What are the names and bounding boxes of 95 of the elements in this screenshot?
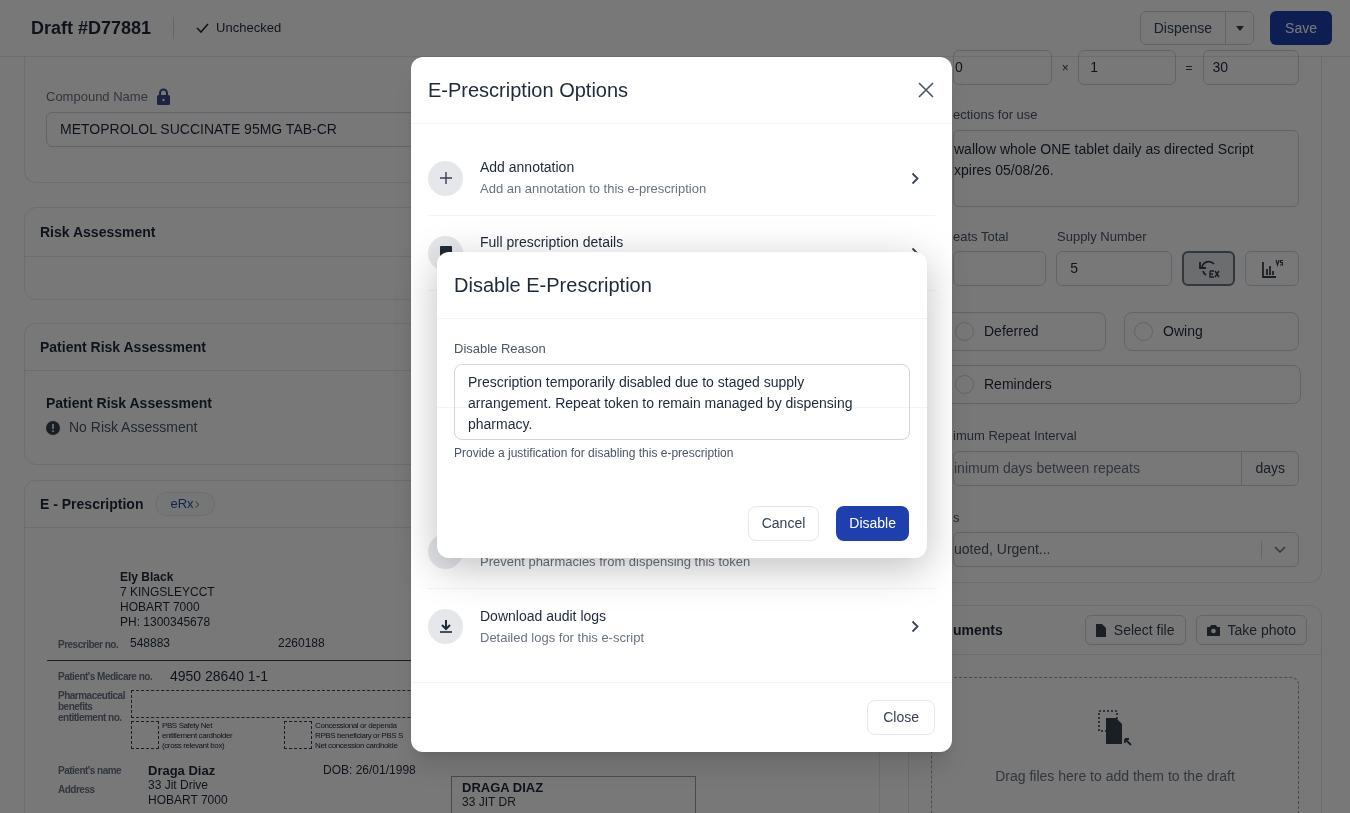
card-title: Patient Risk Assessment: [40, 337, 206, 357]
option-row[interactable]: Download audit logs Detailed logs for this e-script: [428, 589, 935, 664]
camera-icon: [1206, 624, 1220, 636]
modal-title: E-Prescription Options: [428, 78, 629, 103]
option-row[interactable]: Add annotation Add an annotation to this e-prescription: [428, 141, 935, 216]
undo-icon: [1197, 258, 1220, 279]
field-label: imum Repeat Interval: [953, 427, 1078, 445]
supply-number-field[interactable]: 5: [1056, 251, 1172, 286]
option-title: Full prescription details: [480, 234, 625, 251]
chevron-right-icon: [911, 171, 919, 185]
field-label: Supply Number: [1057, 227, 1147, 246]
disable-reason-field[interactable]: Prescription temporarily disabled due to staged supply arrangement. Repeat token to remain managed by dispensing pharmacy.: [454, 363, 910, 440]
disable-button[interactable]: Disable: [836, 506, 909, 541]
caret-down-icon: [1235, 25, 1244, 31]
dialog-title: Disable E-Prescription: [454, 273, 652, 298]
alert-icon: [46, 420, 60, 435]
checkbox-label: entitlement cardholder: [162, 731, 233, 741]
medicare-label: Patient's Medicare no.: [58, 670, 154, 684]
quantity-field[interactable]: 30: [1202, 50, 1299, 85]
date-of-birth: DOB: 26/01/1998: [323, 763, 417, 778]
prescriber-number-label: Prescriber no.: [58, 638, 120, 652]
entitlement-label: Pharmaceutical: [58, 690, 125, 701]
input-suffix: days: [1241, 451, 1298, 485]
option-label: Deferred: [984, 322, 1039, 341]
close-button[interactable]: Close: [867, 700, 935, 735]
directions-field[interactable]: wallow whole ONE tablet daily as directed Script xpires 05/08/26.: [953, 129, 1299, 207]
patient-address-line: HOBART 7000: [148, 793, 228, 808]
dropzone-text: Drag files here to add them to the draft: [995, 767, 1235, 786]
min-interval-field[interactable]: inimum days between repeats days: [953, 450, 1299, 486]
prescriber-address-line: HOBART 7000: [120, 600, 200, 615]
placeholder-text: inimum days between repeats: [954, 458, 1141, 478]
medicare-number: 4950 28640 1-1: [170, 667, 269, 686]
prescriber-address-line: PH: 1300345678: [120, 615, 211, 630]
option-description: Detailed logs for this e-script: [480, 629, 645, 646]
option-label: Reminders: [984, 375, 1052, 394]
times-sign: ×: [1060, 59, 1070, 77]
patient-name-label: Patient's name: [58, 764, 123, 778]
chevron-right-icon: [911, 620, 919, 633]
prescriber-name: Ely Black: [120, 570, 174, 585]
quantity-field[interactable]: 1: [1078, 50, 1176, 85]
save-button[interactable]: Save: [1270, 11, 1332, 45]
checkbox[interactable]: [284, 721, 312, 749]
field-label: s: [953, 508, 961, 527]
option-label: Owing: [1163, 322, 1203, 341]
radio-button[interactable]: [955, 375, 974, 394]
repeats-field[interactable]: [953, 251, 1047, 286]
entitlement-label: benefits: [58, 701, 93, 712]
prescriber-id: 2260188: [278, 635, 325, 652]
address-label: Address: [58, 783, 96, 797]
file-icon: [1095, 623, 1106, 637]
chevron-down-icon: [1274, 546, 1286, 553]
quantity-field[interactable]: 0: [953, 50, 1053, 85]
tags-select[interactable]: uoted, Urgent...: [953, 532, 1299, 567]
risk-note: No Risk Assessment: [69, 418, 198, 437]
draft-title: Draft #D77881: [31, 16, 152, 40]
tool-button[interactable]: [1181, 251, 1236, 286]
option-title: Add annotation: [480, 159, 576, 176]
card-title: Risk Assessment: [40, 222, 156, 242]
close-icon[interactable]: [917, 81, 935, 99]
check-icon: [196, 23, 210, 33]
checkbox-label: Net concession cardholde: [315, 741, 398, 751]
prescriber-address-line: 7 KINGSLEYCCT: [120, 585, 215, 600]
checkbox-label: PBS Safety Net: [162, 721, 212, 731]
equals-sign: =: [1184, 59, 1194, 77]
radio-button[interactable]: [955, 322, 974, 341]
field-label: ections for use: [953, 106, 1039, 124]
card-title: E - Prescription: [40, 494, 144, 514]
add-option-icon: [428, 160, 463, 196]
checkbox-label: (cross relevant box): [162, 741, 225, 751]
field-label: eats Total: [953, 227, 1010, 246]
upload-button[interactable]: Take photo: [1195, 615, 1307, 645]
option-toggle[interactable]: Owing: [1124, 312, 1299, 351]
option-title: Download audit logs: [480, 607, 608, 625]
label-name: DRAGA DIAZ: [462, 780, 545, 795]
entitlement-label: entitlement no.: [58, 712, 122, 723]
label-address-line: 33 JIT DR: [462, 795, 516, 810]
erx-badge[interactable]: eRx: [155, 492, 215, 516]
status-text: Unchecked: [216, 19, 282, 38]
option-description: Add an annotation to this e-prescription: [480, 181, 708, 197]
cancel-button[interactable]: Cancel: [747, 506, 820, 541]
help-text: Provide a justification for disabling this e-prescription: [454, 444, 735, 462]
card-title: uments: [953, 620, 1003, 640]
file-drop-icon: [1098, 710, 1132, 746]
field-label: Compound Name: [46, 88, 148, 106]
patient-name: Draga Diaz: [148, 763, 217, 778]
chart-icon: [1261, 258, 1284, 279]
checkbox-label: RPBS beneficiary or PBS S: [315, 731, 403, 741]
checkbox-label: Concessional or dependa: [315, 721, 397, 731]
field-label: Disable Reason: [454, 340, 547, 358]
prescriber-number: 548883: [130, 635, 172, 652]
download-option-icon: [428, 609, 463, 644]
upload-button[interactable]: Select file: [1084, 615, 1186, 645]
section-heading: Patient Risk Assessment: [46, 394, 212, 413]
checkbox[interactable]: [131, 721, 159, 749]
patient-address-line: 33 Jit Drive: [148, 778, 209, 793]
